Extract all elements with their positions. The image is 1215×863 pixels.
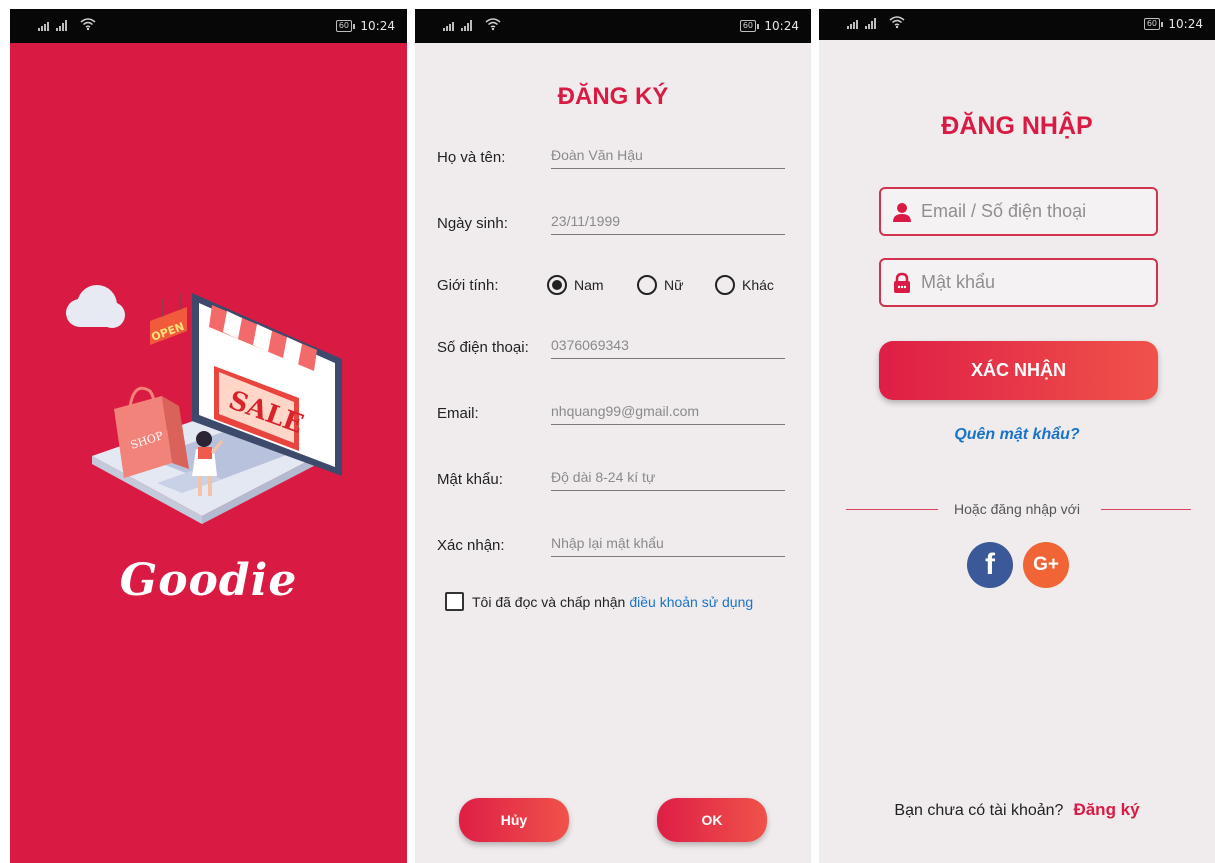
battery-icon: 60	[739, 20, 759, 32]
status-time: 10:24	[360, 19, 395, 33]
ok-button[interactable]: OK	[657, 798, 767, 842]
gender-radio-female[interactable]: Nữ	[637, 275, 683, 295]
forgot-password-link[interactable]: Quên mật khẩu?	[819, 426, 1215, 444]
confirm-password-input[interactable]: Nhập lại mật khẩu	[551, 535, 785, 557]
splash-screen: 60 10:24 SALE OPEN SHOP Goodie	[10, 9, 407, 863]
google-login-button[interactable]: G+	[1023, 542, 1069, 588]
confirm-password-label: Xác nhận:	[437, 537, 505, 554]
terms-text: Tôi đã đọc và chấp nhận	[472, 593, 626, 610]
register-screen: 60 10:24 ĐĂNG KÝ Họ và tên: Đoàn Văn Hậu…	[415, 9, 811, 863]
brand-logo: Goodie	[119, 555, 298, 606]
radio-empty-icon	[715, 275, 735, 295]
facebook-icon: f	[985, 548, 995, 581]
register-prompt: Bạn chưa có tài khoản? Đăng ký	[819, 800, 1215, 820]
user-icon	[893, 202, 911, 222]
birthdate-input[interactable]: 23/11/1999	[551, 213, 785, 235]
battery-icon: 60	[1143, 18, 1163, 30]
radio-empty-icon	[637, 275, 657, 295]
status-bar: 60 10:24	[415, 9, 811, 43]
google-plus-icon: G+	[1033, 554, 1059, 575]
email-input[interactable]: nhquang99@gmail.com	[551, 403, 785, 425]
phone-input[interactable]: 0376069343	[551, 337, 785, 359]
gender-label: Giới tính:	[437, 277, 499, 294]
password-input[interactable]: Độ dài 8-24 kí tự	[551, 469, 785, 491]
page-title: ĐĂNG KÝ	[557, 83, 669, 110]
fullname-input[interactable]: Đoàn Văn Hậu	[551, 147, 785, 169]
gender-radio-other[interactable]: Khác	[715, 275, 774, 295]
birthdate-label: Ngày sinh:	[437, 215, 508, 232]
gender-radio-male[interactable]: Nam	[547, 275, 604, 295]
shop-laptop-illustration: SALE OPEN SHOP	[66, 285, 342, 524]
wifi-icon	[485, 18, 501, 31]
signal-icon	[38, 20, 67, 31]
page-title: ĐĂNG NHẬP	[941, 112, 1093, 140]
divider-right	[1101, 509, 1191, 510]
signal-icon	[443, 20, 472, 31]
status-bar: 60 10:24	[819, 9, 1215, 40]
password-input[interactable]: Mật khẩu	[879, 258, 1158, 307]
password-label: Mật khẩu:	[437, 471, 503, 488]
no-account-text: Bạn chưa có tài khoản?	[894, 802, 1064, 819]
fullname-label: Họ và tên:	[437, 149, 506, 166]
wifi-icon	[80, 18, 96, 31]
terms-checkbox[interactable]	[445, 592, 464, 611]
login-screen: 60 10:24 ĐĂNG NHẬP Email / Số điện thoại…	[819, 9, 1215, 863]
facebook-login-button[interactable]: f	[967, 542, 1013, 588]
email-label: Email:	[437, 405, 479, 422]
radio-selected-icon	[547, 275, 567, 295]
phone-label: Số điện thoại:	[437, 339, 529, 356]
submit-button[interactable]: XÁC NHẬN	[879, 341, 1158, 400]
terms-link[interactable]: điều khoản sử dụng	[629, 594, 753, 610]
battery-icon: 60	[335, 20, 355, 32]
email-phone-input[interactable]: Email / Số điện thoại	[879, 187, 1158, 236]
signal-icon	[847, 18, 876, 29]
cloud-icon	[66, 285, 125, 328]
lock-icon	[894, 272, 910, 293]
wifi-icon	[889, 16, 905, 29]
register-link[interactable]: Đăng ký	[1073, 800, 1139, 819]
terms-row: Tôi đã đọc và chấp nhận điều khoản sử dụ…	[445, 592, 753, 611]
status-time: 10:24	[1168, 17, 1203, 31]
status-bar: 60 10:24	[10, 9, 407, 43]
status-time: 10:24	[764, 19, 799, 33]
cancel-button[interactable]: Hủy	[459, 798, 569, 842]
